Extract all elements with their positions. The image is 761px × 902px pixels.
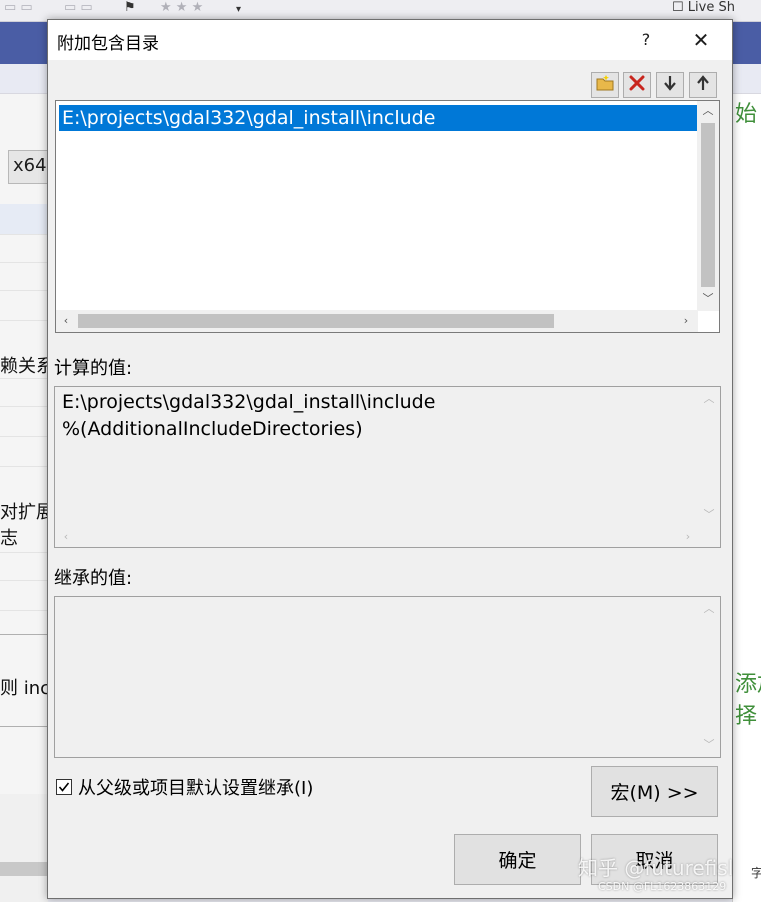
- bookmark-nav-icon[interactable]: ★ ★ ★: [160, 0, 203, 15]
- computed-values-box[interactable]: E:\projects\gdal332\gdal_install\include…: [54, 386, 721, 548]
- scroll-up-icon[interactable]: ︿: [698, 599, 720, 619]
- background-scrollbar[interactable]: [0, 862, 48, 876]
- computed-value-line: %(AdditionalIncludeDirectories): [62, 418, 363, 440]
- move-up-button[interactable]: [689, 72, 717, 98]
- panel-divider: [0, 634, 48, 635]
- arrow-up-icon: [695, 74, 711, 96]
- property-row-divider: [0, 234, 48, 235]
- property-row-divider: [0, 262, 48, 263]
- computed-value-line: E:\projects\gdal332\gdal_install\include: [62, 391, 436, 413]
- directory-list[interactable]: E:\projects\gdal332\gdal_install\include…: [55, 100, 720, 333]
- dialog-title: 附加包含目录: [57, 34, 159, 54]
- watermark-text: 知乎 @futurefisl: [578, 856, 734, 880]
- inherited-vertical-scrollbar[interactable]: ︿ ﹀: [698, 597, 720, 757]
- property-row-divider: [0, 436, 48, 437]
- property-row-divider: [0, 466, 48, 467]
- platform-combo[interactable]: x64: [8, 150, 52, 184]
- bookmark-icon[interactable]: ⚑: [124, 0, 136, 15]
- property-row-divider: [0, 378, 48, 379]
- property-description-label: 则 incl: [0, 678, 48, 699]
- watermark-subtext: CSDN @FL1623863129: [598, 880, 727, 893]
- code-comment-text: 始: [735, 102, 758, 127]
- property-row-label: 志: [0, 528, 18, 549]
- background-bottom-area: [0, 794, 48, 902]
- macros-button[interactable]: 宏(M) >>: [591, 766, 718, 817]
- scrollbar-thumb[interactable]: [78, 314, 554, 328]
- code-comment-text: 择 .: [735, 704, 761, 729]
- new-line-button[interactable]: [591, 72, 619, 98]
- list-vertical-scrollbar[interactable]: ︿ ﹀: [697, 101, 719, 311]
- close-button[interactable]: ✕: [678, 24, 724, 56]
- panel-divider: [0, 726, 48, 727]
- property-row-divider: [0, 552, 48, 553]
- background-property-panel: x64 赖关系 对扩展 志 则 incl: [0, 94, 52, 794]
- inherit-checkbox[interactable]: [56, 779, 72, 795]
- inherited-values-label: 继承的值:: [54, 568, 133, 589]
- ok-button[interactable]: 确定: [454, 834, 581, 885]
- delete-line-button[interactable]: [623, 72, 651, 98]
- property-row-divider: [0, 580, 48, 581]
- overflow-icon[interactable]: ▾: [236, 4, 241, 15]
- code-comment-text: 添加: [735, 672, 761, 697]
- scrollbar-thumb[interactable]: [701, 123, 715, 287]
- scroll-left-icon[interactable]: ‹: [55, 527, 77, 547]
- dialog-titlebar[interactable]: 附加包含目录 ? ✕: [48, 20, 732, 60]
- property-row-divider: [0, 320, 48, 321]
- scroll-left-icon[interactable]: ‹: [56, 310, 76, 332]
- new-folder-icon: [595, 74, 615, 96]
- scroll-down-icon[interactable]: ﹀: [698, 505, 720, 525]
- list-horizontal-scrollbar[interactable]: ‹ ›: [56, 310, 698, 332]
- property-row-divider: [0, 610, 48, 611]
- inherit-checkbox-label: 从父级或项目默认设置继承(I): [78, 778, 314, 799]
- background-code-editor: 始 添加 择 . 字: [732, 94, 761, 902]
- additional-include-directories-dialog: 附加包含目录 ? ✕ E:\projects\gdal332\gdal_inst…: [47, 19, 733, 899]
- toolbar-glyph-icon: ▭ ▭: [4, 0, 33, 15]
- scroll-up-icon[interactable]: ︿: [698, 389, 720, 409]
- live-share-button[interactable]: ☐ Live Sh: [672, 0, 735, 15]
- property-row-label: 赖关系: [0, 356, 48, 377]
- list-item[interactable]: E:\projects\gdal332\gdal_install\include: [59, 105, 697, 131]
- platform-combo-value: x64: [13, 155, 47, 176]
- scroll-up-icon[interactable]: ︿: [697, 101, 719, 121]
- inherited-values-box[interactable]: ︿ ﹀: [54, 596, 721, 758]
- move-down-button[interactable]: [656, 72, 684, 98]
- scroll-down-icon[interactable]: ﹀: [698, 735, 720, 755]
- property-row-divider: [0, 406, 48, 407]
- live-share-label: Live Sh: [687, 0, 735, 15]
- property-row-divider: [0, 290, 48, 291]
- scroll-down-icon[interactable]: ﹀: [697, 289, 719, 309]
- scroll-right-icon[interactable]: ›: [676, 310, 696, 332]
- help-button[interactable]: ?: [626, 24, 666, 56]
- computed-horizontal-scrollbar[interactable]: ‹ ›: [55, 527, 699, 547]
- property-row-label: 对扩展: [0, 502, 48, 523]
- inherit-checkbox-row[interactable]: 从父级或项目默认设置继承(I): [56, 776, 314, 799]
- checkmark-icon: [58, 778, 70, 797]
- computed-vertical-scrollbar[interactable]: ︿ ﹀: [698, 387, 720, 527]
- scroll-right-icon[interactable]: ›: [677, 527, 699, 547]
- status-bar-char: 字: [751, 866, 761, 880]
- selected-row-band: [0, 204, 48, 234]
- computed-values-label: 计算的值:: [54, 358, 133, 379]
- arrow-down-icon: [662, 74, 678, 96]
- delete-icon: [628, 74, 646, 96]
- toolbar-glyph-icon: ▭ ▭: [64, 0, 93, 15]
